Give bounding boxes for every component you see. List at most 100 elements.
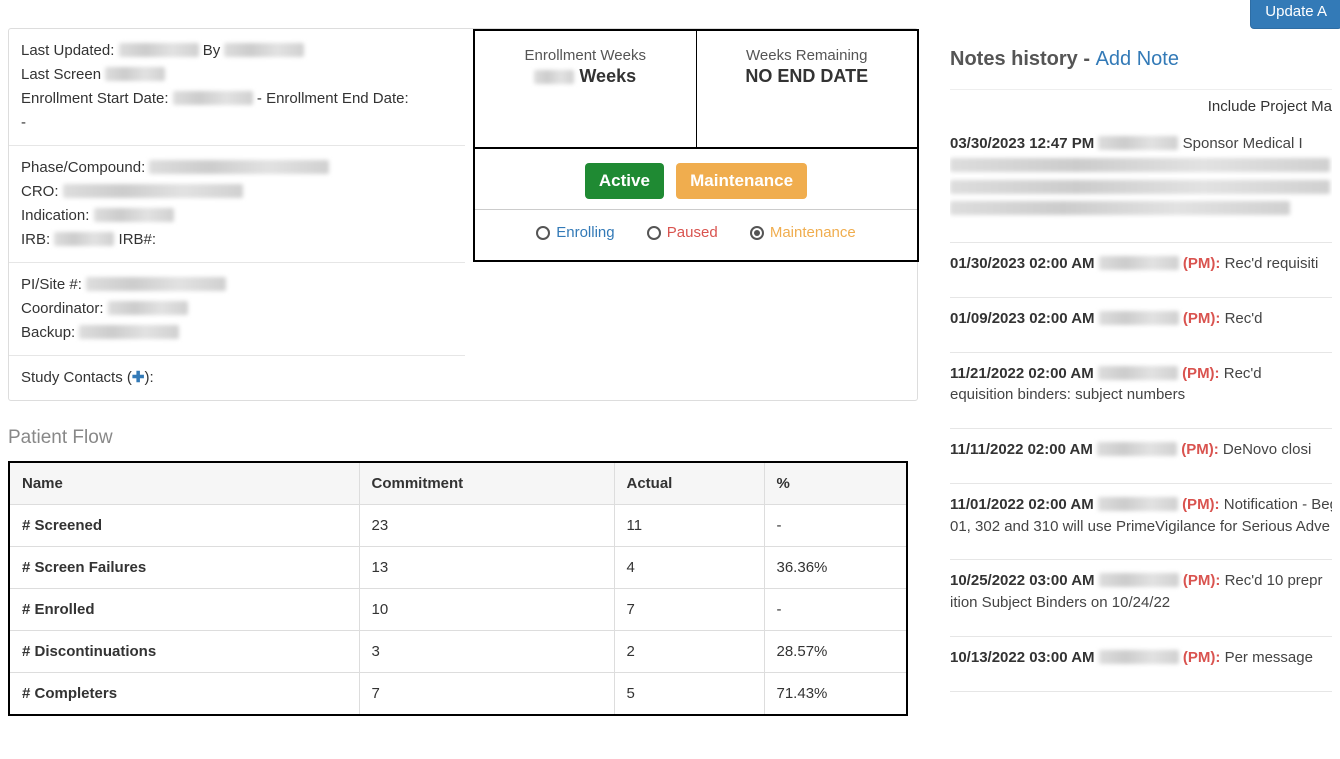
pf-header-name: Name (9, 462, 359, 505)
radio-enrolling[interactable]: Enrolling (536, 224, 614, 241)
enroll-weeks-label: Enrollment Weeks (475, 47, 696, 64)
note-text: Rec'd requisiti (1225, 255, 1319, 272)
table-row: # Discontinuations3228.57% (9, 631, 907, 673)
note-timestamp: 01/30/2023 02:00 AM (950, 255, 1095, 272)
note-item[interactable]: 11/21/2022 02:00 AM (PM): Rec'd equisiti… (950, 353, 1332, 430)
enroll-end-label: - Enrollment End Date: (257, 90, 409, 107)
note-text: Rec'd (1225, 310, 1263, 327)
redacted (1099, 256, 1179, 270)
pf-name: # Enrolled (9, 589, 359, 631)
note-pm-tag: (PM): (1183, 649, 1221, 666)
pf-name: # Screen Failures (9, 547, 359, 589)
radio-paused[interactable]: Paused (647, 224, 718, 241)
note-pm-tag: (PM): (1183, 572, 1221, 589)
end-date-dash: - (21, 111, 453, 135)
note-item[interactable]: 03/30/2023 12:47 PM Sponsor Medical I (950, 123, 1332, 243)
note-timestamp: 11/21/2022 02:00 AM (950, 365, 1094, 382)
backup-label: Backup: (21, 324, 75, 341)
pf-pct: 71.43% (764, 673, 907, 716)
redacted (108, 301, 188, 315)
redacted (105, 67, 165, 81)
pf-commit: 13 (359, 547, 614, 589)
note-timestamp: 01/09/2023 02:00 AM (950, 310, 1095, 327)
note-item[interactable]: 10/25/2022 03:00 AM (PM): Rec'd 10 prepr… (950, 560, 1332, 637)
pf-name: # Discontinuations (9, 631, 359, 673)
redacted (1098, 366, 1178, 380)
note-timestamp: 03/30/2023 12:47 PM (950, 135, 1094, 152)
phase-label: Phase/Compound: (21, 159, 145, 176)
enroll-weeks-value: Weeks (579, 66, 636, 86)
pf-header-pct: % (764, 462, 907, 505)
add-note-link[interactable]: Add Note (1096, 48, 1179, 70)
table-row: # Screened2311- (9, 505, 907, 547)
contacts-label: Study Contacts ( (21, 369, 132, 386)
pf-actual: 2 (614, 631, 764, 673)
pi-label: PI/Site #: (21, 276, 82, 293)
redacted (224, 43, 304, 57)
note-item[interactable]: 10/13/2022 03:00 AM (PM): Per message (950, 637, 1332, 692)
redacted (79, 325, 179, 339)
redacted (1098, 497, 1178, 511)
by-label: By (203, 42, 221, 59)
note-timestamp: 10/13/2022 03:00 AM (950, 649, 1095, 666)
last-screen-label: Last Screen (21, 66, 101, 83)
redacted (63, 184, 243, 198)
radio-maintenance[interactable]: Maintenance (750, 224, 856, 241)
note-text: Sponsor Medical I (1183, 135, 1303, 152)
remain-value: NO END DATE (697, 66, 918, 87)
redacted (534, 70, 574, 84)
pf-commit: 23 (359, 505, 614, 547)
note-text: Rec'd 10 prepr (1225, 572, 1323, 589)
last-updated-label: Last Updated: (21, 42, 114, 59)
redacted (173, 91, 253, 105)
pf-commit: 10 (359, 589, 614, 631)
pf-commit: 3 (359, 631, 614, 673)
note-text: equisition binders: subject numbers (950, 386, 1185, 403)
redacted (950, 201, 1290, 215)
patient-flow-title: Patient Flow (8, 427, 918, 449)
note-pm-tag: (PM): (1182, 496, 1220, 513)
irb-label: IRB: (21, 231, 50, 248)
note-pm-tag: (PM): (1183, 255, 1221, 272)
active-badge: Active (585, 163, 664, 199)
add-contact-icon[interactable]: ✚ (132, 369, 145, 386)
note-item[interactable]: 11/11/2022 02:00 AM (PM): DeNovo closi (950, 429, 1332, 484)
pf-pct: 36.36% (764, 547, 907, 589)
redacted (1098, 136, 1178, 150)
note-pm-tag: (PM): (1182, 365, 1220, 382)
include-pm-label: Include Project Ma (950, 98, 1332, 115)
note-item[interactable]: 01/30/2023 02:00 AM (PM): Rec'd requisit… (950, 243, 1332, 298)
table-row: # Enrolled107- (9, 589, 907, 631)
note-pm-tag: (PM): (1181, 441, 1219, 458)
note-pm-tag: (PM): (1183, 310, 1221, 327)
redacted (950, 180, 1330, 194)
note-text: Per message (1225, 649, 1313, 666)
note-item[interactable]: 01/09/2023 02:00 AM (PM): Rec'd (950, 298, 1332, 353)
pf-pct: 28.57% (764, 631, 907, 673)
pf-commit: 7 (359, 673, 614, 716)
pf-pct: - (764, 589, 907, 631)
note-item[interactable]: 11/01/2022 02:00 AM (PM): Notification -… (950, 484, 1332, 561)
note-text: ition Subject Binders on 10/24/22 (950, 594, 1170, 611)
table-row: # Screen Failures13436.36% (9, 547, 907, 589)
status-box: Enrollment Weeks Weeks Weeks Remaining N… (473, 29, 919, 262)
maintenance-badge: Maintenance (676, 163, 807, 199)
note-timestamp: 11/11/2022 02:00 AM (950, 441, 1093, 458)
pf-actual: 4 (614, 547, 764, 589)
redacted (1099, 650, 1179, 664)
redacted (94, 208, 174, 222)
redacted (1097, 442, 1177, 456)
pf-actual: 11 (614, 505, 764, 547)
remain-label: Weeks Remaining (697, 47, 918, 64)
cro-label: CRO: (21, 183, 59, 200)
note-text: Rec'd (1224, 365, 1262, 382)
redacted (950, 158, 1330, 172)
patient-flow-table: Name Commitment Actual % # Screened2311-… (8, 461, 908, 716)
redacted (119, 43, 199, 57)
indication-label: Indication: (21, 207, 89, 224)
pf-actual: 5 (614, 673, 764, 716)
table-row: # Completers7571.43% (9, 673, 907, 716)
pf-pct: - (764, 505, 907, 547)
update-button[interactable]: Update A (1250, 0, 1340, 29)
pf-name: # Screened (9, 505, 359, 547)
